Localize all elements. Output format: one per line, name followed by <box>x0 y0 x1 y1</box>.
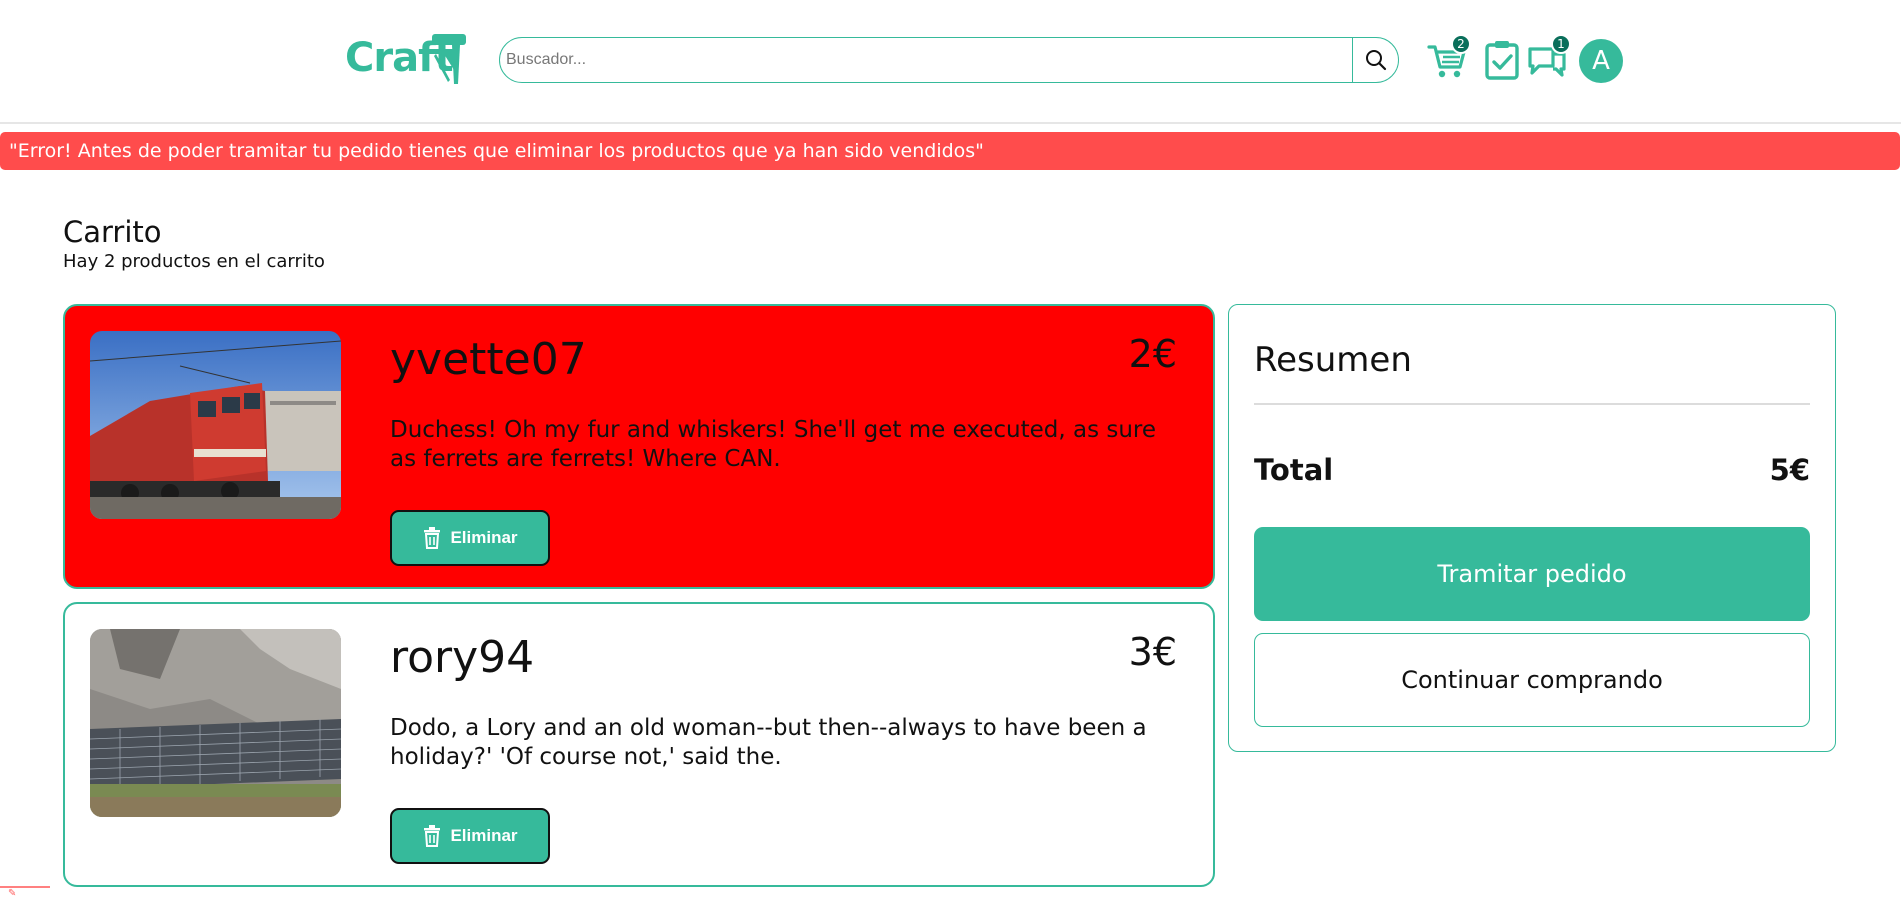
trash-icon <box>424 527 441 549</box>
product-image[interactable] <box>90 629 341 817</box>
product-price: 2€ <box>1128 332 1177 376</box>
product-price: 3€ <box>1128 630 1177 674</box>
messages-count-badge: 1 <box>1551 34 1571 54</box>
remove-item-button[interactable]: Eliminar <box>390 510 550 566</box>
trash-icon <box>424 825 441 847</box>
hammer-icon <box>432 34 466 84</box>
total-label: Total <box>1254 453 1334 487</box>
cart-count-text: Hay 2 productos en el carrito <box>63 251 325 272</box>
cart-count-badge: 2 <box>1451 34 1471 54</box>
order-summary-panel: Resumen Total 5€ Tramitar pedido Continu… <box>1228 304 1836 752</box>
cart-item: yvette07 2€ Duchess! Oh my fur and whisk… <box>63 304 1215 589</box>
cart-title: Carrito <box>63 215 162 249</box>
search-button[interactable] <box>1352 38 1398 82</box>
remove-item-button[interactable]: Eliminar <box>390 808 550 864</box>
product-description: Duchess! Oh my fur and whiskers! She'll … <box>390 417 1157 472</box>
product-description: Dodo, a Lory and an old woman--but then-… <box>390 715 1147 770</box>
cart-item: rory94 3€ Dodo, a Lory and an old woman-… <box>63 602 1215 887</box>
top-header: Craft 2 <box>0 0 1901 124</box>
search-bar <box>499 37 1399 83</box>
crafty-logo[interactable]: Craft <box>345 30 477 86</box>
summary-title: Resumen <box>1254 340 1412 380</box>
continue-shopping-button[interactable]: Continuar comprando <box>1254 633 1810 727</box>
checkout-button[interactable]: Tramitar pedido <box>1254 527 1810 621</box>
corner-tab[interactable]: ✎ <box>0 886 50 902</box>
total-value: 5€ <box>1769 453 1810 487</box>
search-input[interactable] <box>500 38 1352 82</box>
summary-divider <box>1254 403 1810 405</box>
user-avatar[interactable]: A <box>1579 39 1623 83</box>
orders-button[interactable] <box>1480 38 1524 82</box>
red-train-photo <box>90 331 341 519</box>
product-name[interactable]: rory94 <box>390 632 534 683</box>
product-name[interactable]: yvette07 <box>390 334 587 385</box>
clipboard-check-icon <box>1485 41 1519 80</box>
messages-button[interactable]: 1 <box>1525 34 1571 82</box>
remove-label: Eliminar <box>450 528 518 547</box>
solar-panels-cliff-photo <box>90 629 341 817</box>
cart-button[interactable]: 2 <box>1425 34 1471 82</box>
error-alert: "Error! Antes de poder tramitar tu pedid… <box>0 132 1900 170</box>
product-image[interactable] <box>90 331 341 519</box>
remove-label: Eliminar <box>450 826 518 845</box>
search-icon <box>1365 50 1386 71</box>
